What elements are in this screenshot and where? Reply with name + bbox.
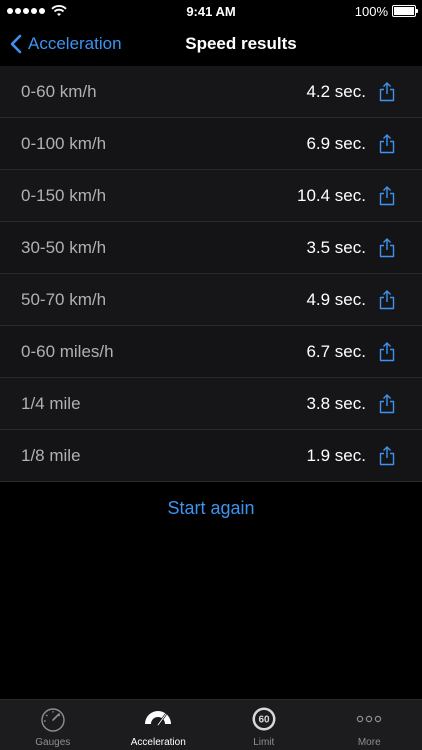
share-icon <box>379 81 395 101</box>
result-row: 1/4 mile 3.8 sec. <box>0 378 422 430</box>
result-label: 0-150 km/h <box>21 185 107 205</box>
result-value: 6.9 sec. <box>306 133 366 153</box>
results-list: 0-60 km/h 4.2 sec. 0-100 km/h 6.9 sec. 0… <box>0 66 422 482</box>
share-button[interactable] <box>376 340 398 364</box>
share-button[interactable] <box>376 132 398 156</box>
tab-acceleration[interactable]: Acceleration <box>106 700 212 750</box>
share-button[interactable] <box>376 444 398 468</box>
result-row: 0-60 km/h 4.2 sec. <box>0 66 422 118</box>
result-value: 3.5 sec. <box>306 237 366 257</box>
result-label: 50-70 km/h <box>21 289 107 309</box>
acceleration-icon <box>145 711 172 727</box>
status-bar: 9:41 AM 100% <box>0 0 422 22</box>
result-label: 0-60 km/h <box>21 81 97 101</box>
speed-limit-icon: 60 <box>252 707 276 731</box>
back-button-label: Acceleration <box>28 34 122 53</box>
result-row: 0-100 km/h 6.9 sec. <box>0 118 422 170</box>
result-row: 1/8 mile 1.9 sec. <box>0 430 422 482</box>
navigation-bar: Acceleration Speed results <box>0 22 422 66</box>
share-icon <box>379 341 395 361</box>
share-button[interactable] <box>376 184 398 208</box>
result-row: 0-150 km/h 10.4 sec. <box>0 170 422 222</box>
result-value: 4.9 sec. <box>306 289 366 309</box>
share-button[interactable] <box>376 392 398 416</box>
share-icon <box>379 185 395 205</box>
tab-limit[interactable]: 60 Limit <box>211 700 317 750</box>
battery-icon <box>392 5 418 17</box>
more-icon <box>357 715 382 723</box>
speedometer-icon <box>41 708 65 732</box>
tab-label: Acceleration <box>130 737 186 748</box>
result-value: 1.9 sec. <box>306 445 366 465</box>
result-value: 3.8 sec. <box>306 393 366 413</box>
chevron-left-icon <box>10 34 22 54</box>
result-label: 0-60 miles/h <box>21 341 114 361</box>
result-label: 1/4 mile <box>21 393 81 413</box>
tab-label: More <box>357 737 381 748</box>
result-label: 30-50 km/h <box>21 237 107 257</box>
share-icon <box>379 237 395 257</box>
share-icon <box>379 289 395 309</box>
status-time: 9:41 AM <box>186 3 236 19</box>
tab-gauges[interactable]: Gauges <box>0 700 106 750</box>
tab-more[interactable]: More <box>317 700 422 750</box>
tab-label: Limit <box>253 737 275 748</box>
result-row: 0-60 miles/h 6.7 sec. <box>0 326 422 378</box>
result-label: 0-100 km/h <box>21 133 107 153</box>
result-row: 30-50 km/h 3.5 sec. <box>0 222 422 274</box>
back-button[interactable]: Acceleration <box>0 34 122 54</box>
share-icon <box>379 445 395 465</box>
result-value: 6.7 sec. <box>306 341 366 361</box>
result-label: 1/8 mile <box>21 445 81 465</box>
share-button[interactable] <box>376 236 398 260</box>
tab-bar: Gauges Acceleration 60 Limit More <box>0 699 422 750</box>
result-value: 4.2 sec. <box>306 81 366 101</box>
share-button[interactable] <box>376 288 398 312</box>
share-button[interactable] <box>376 80 398 104</box>
result-row: 50-70 km/h 4.9 sec. <box>0 274 422 326</box>
start-again-button[interactable]: Start again <box>0 498 422 519</box>
speed-limit-value: 60 <box>258 715 270 726</box>
share-icon <box>379 133 395 153</box>
share-icon <box>379 393 395 413</box>
tab-label: Gauges <box>35 737 71 748</box>
result-value: 10.4 sec. <box>297 185 366 205</box>
